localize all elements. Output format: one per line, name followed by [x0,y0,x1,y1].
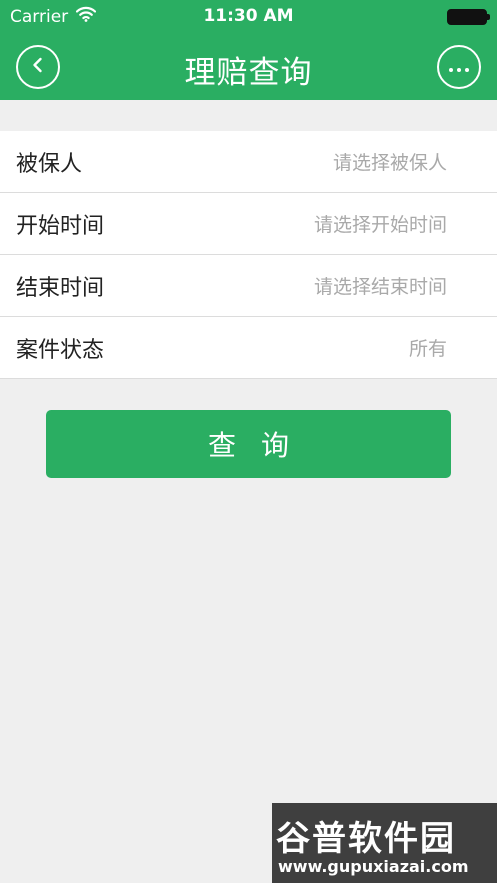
navigation-bar: 理赔查询 [0,34,497,100]
start-time-row[interactable]: 开始时间 请选择开始时间 [0,193,497,255]
start-time-picker[interactable]: 请选择开始时间 [314,210,447,237]
more-icon [448,58,470,77]
watermark-url: www.gupuxiazai.com [278,857,469,876]
insured-person-label: 被保人 [16,151,83,177]
header: Carrier 11:30 AM 理赔查询 [0,0,497,100]
case-status-row[interactable]: 案件状态 所有 [0,317,497,379]
watermark: 谷普软件园 www.gupuxiazai.com [272,803,497,883]
battery-icon [447,9,490,25]
case-status-picker[interactable]: 所有 [409,334,447,361]
page-title: 理赔查询 [184,55,313,91]
case-status-label: 案件状态 [16,337,105,363]
more-button[interactable] [437,45,481,89]
end-time-label: 结束时间 [16,275,105,301]
clock: 11:30 AM [203,6,294,26]
start-time-label: 开始时间 [16,213,105,239]
watermark-title: 谷普软件园 [276,819,456,859]
insured-person-row[interactable]: 被保人 请选择被保人 [0,131,497,193]
end-time-row[interactable]: 结束时间 请选择结束时间 [0,255,497,317]
insured-person-picker[interactable]: 请选择被保人 [333,148,447,175]
query-button[interactable]: 查 询 [46,410,451,478]
query-form: 被保人 请选择被保人 开始时间 请选择开始时间 结束时间 请选择结束时间 案件状… [0,131,497,379]
end-time-picker[interactable]: 请选择结束时间 [314,272,447,299]
status-bar: Carrier 11:30 AM [0,0,497,34]
